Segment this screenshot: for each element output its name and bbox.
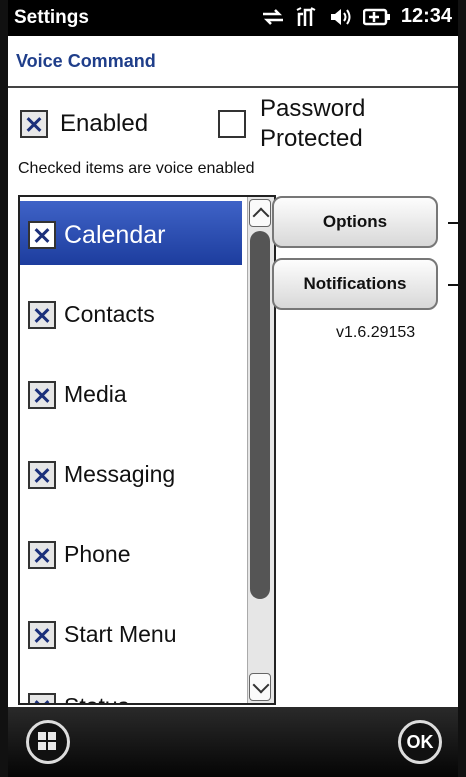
list-item-checkbox[interactable] [28, 693, 56, 703]
list-item-label: Calendar [64, 221, 166, 249]
chevron-down-icon [252, 676, 270, 694]
clock: 12:34 [400, 5, 452, 27]
chevron-up-icon [252, 207, 270, 225]
device-screen: Settings 12:34 Voice Command Enabled Pas… [8, 0, 458, 777]
callout-line [448, 284, 458, 286]
windows-logo-icon [38, 732, 58, 752]
list-item-label: Status [64, 693, 129, 703]
password-protected-checkbox[interactable] [218, 110, 246, 138]
sync-arrows-icon [261, 6, 285, 28]
list-item-checkbox[interactable] [28, 621, 56, 649]
list-item-status[interactable]: Status [20, 673, 242, 703]
enabled-checkbox[interactable] [20, 110, 48, 138]
list-item-label: Start Menu [64, 621, 177, 647]
options-button[interactable]: Options [272, 196, 438, 248]
version-text: v1.6.29153 [336, 324, 416, 341]
list-item-checkbox[interactable] [28, 221, 56, 249]
list-scrollbar[interactable] [247, 197, 274, 703]
scroll-down-button[interactable] [249, 673, 271, 701]
notifications-button[interactable]: Notifications [272, 258, 438, 310]
scrollbar-thumb[interactable] [250, 231, 270, 599]
scroll-up-button[interactable] [249, 199, 271, 227]
hint-text: Checked items are voice enabled [18, 160, 255, 177]
list-item-phone[interactable]: Phone [20, 521, 242, 585]
list-item-checkbox[interactable] [28, 461, 56, 489]
page-title: Voice Command [16, 51, 156, 71]
right-frame-edge [458, 0, 466, 777]
enabled-label[interactable]: Enabled [60, 110, 148, 138]
list-item-label: Messaging [64, 461, 176, 487]
list-item-label: Phone [64, 541, 131, 567]
password-protected-label[interactable]: Password Protected [260, 94, 365, 154]
ok-button[interactable]: OK [398, 720, 442, 764]
list-item-start-menu[interactable]: Start Menu [20, 601, 242, 665]
page-header: Voice Command [8, 36, 458, 88]
list-item-label: Contacts [64, 301, 155, 327]
password-label-line1: Password [260, 95, 366, 122]
list-item-checkbox[interactable] [28, 381, 56, 409]
status-bar: Settings 12:34 [8, 0, 458, 36]
volume-icon [329, 6, 353, 28]
list-item-checkbox[interactable] [28, 301, 56, 329]
callout-line [448, 222, 458, 224]
command-list[interactable]: Calendar Contacts Media Messaging Phone … [18, 195, 276, 705]
status-icons: 12:34 [261, 5, 452, 28]
app-title[interactable]: Settings [14, 7, 89, 29]
list-item-contacts[interactable]: Contacts [20, 281, 242, 345]
list-item-calendar[interactable]: Calendar [20, 201, 242, 265]
bottom-bar: OK [8, 707, 458, 777]
list-item-checkbox[interactable] [28, 541, 56, 569]
list-item-media[interactable]: Media [20, 361, 242, 425]
start-button[interactable] [26, 720, 70, 764]
battery-icon [362, 6, 391, 28]
signal-icon [295, 6, 319, 28]
list-item-messaging[interactable]: Messaging [20, 441, 242, 505]
password-label-line2: Protected [260, 125, 363, 152]
list-item-label: Media [64, 381, 127, 407]
